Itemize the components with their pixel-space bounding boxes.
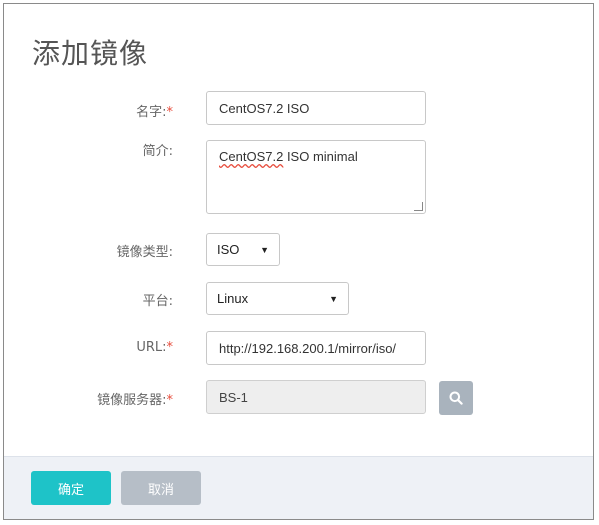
name-input[interactable]: CentOS7.2 ISO (206, 91, 426, 125)
backup-storage-label-text: 镜像服务器: (97, 393, 167, 408)
platform-selected: Linux (217, 291, 249, 306)
platform-label: 平台: (142, 294, 173, 309)
url-input[interactable]: http://192.168.200.1/mirror/iso/ (206, 331, 426, 365)
url-label: URL:* (136, 340, 173, 355)
chevron-down-icon: ▼ (329, 293, 338, 304)
platform-select[interactable]: Linux ▼ (206, 282, 349, 315)
name-input-value: CentOS7.2 ISO (219, 100, 310, 116)
chevron-down-icon: ▼ (260, 244, 269, 255)
description-textarea[interactable]: CentOS7.2 ISO minimal (206, 140, 426, 214)
description-word-spellcheck: CentOS7.2 (219, 149, 284, 164)
name-label-text: 名字: (136, 105, 167, 120)
dialog-footer: 确定 取消 (4, 456, 593, 519)
backup-storage-label: 镜像服务器:* (97, 389, 173, 408)
image-type-select[interactable]: ISO ▼ (206, 233, 280, 266)
required-mark: * (166, 340, 174, 355)
backup-storage-value: BS-1 (219, 389, 248, 405)
resize-handle-icon[interactable] (414, 202, 423, 211)
name-label: 名字:* (136, 101, 173, 120)
description-label: 简介: (142, 144, 173, 159)
dialog-title: 添加镜像 (32, 37, 149, 70)
confirm-button[interactable]: 确定 (31, 471, 111, 505)
description-text-rest: ISO minimal (283, 149, 358, 164)
backup-storage-field: BS-1 (206, 380, 426, 414)
search-icon (449, 391, 463, 405)
url-input-value: http://192.168.200.1/mirror/iso/ (219, 340, 397, 356)
backup-storage-search-button[interactable] (439, 381, 473, 415)
cancel-button[interactable]: 取消 (121, 471, 201, 505)
required-mark: * (166, 105, 174, 120)
add-image-dialog: 添加镜像 名字:* CentOS7.2 ISO 简介: CentOS7.2 IS… (3, 3, 594, 520)
image-type-selected: ISO (217, 242, 240, 257)
url-label-text: URL: (136, 340, 167, 355)
required-mark: * (166, 393, 174, 408)
image-type-label: 镜像类型: (116, 245, 173, 260)
